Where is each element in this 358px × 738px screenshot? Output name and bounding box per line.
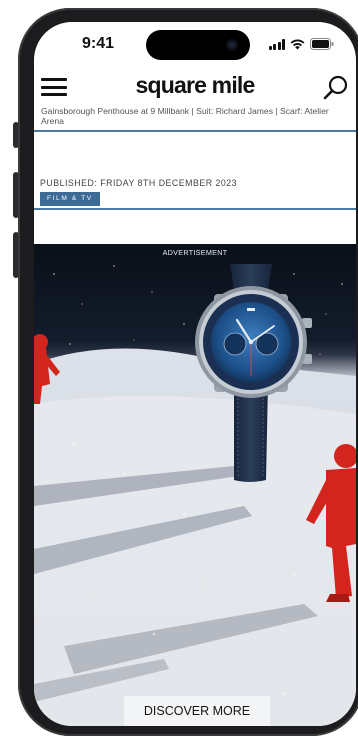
advertisement-banner[interactable]: ADVERTISEMENT DISCOVER MORE <box>34 244 356 726</box>
cellular-signal-icon <box>268 38 285 50</box>
ad-watch-artwork <box>34 264 356 726</box>
caption-divider <box>34 130 356 132</box>
battery-icon <box>310 38 334 50</box>
category-tag[interactable]: FILM & TV <box>40 192 100 206</box>
status-bar: 9:41 <box>34 22 356 70</box>
search-icon[interactable] <box>322 74 350 102</box>
meta-divider <box>34 208 356 210</box>
status-time: 9:41 <box>82 35 115 52</box>
wifi-icon <box>290 39 305 49</box>
dynamic-island <box>146 30 250 60</box>
status-icons <box>268 38 335 50</box>
site-header: square mile <box>34 70 356 104</box>
discover-more-button[interactable]: DISCOVER MORE <box>124 696 270 726</box>
image-caption: Gainsborough Penthouse at 9 Millbank | S… <box>41 106 329 126</box>
site-logo[interactable]: square mile <box>34 72 356 99</box>
phone-screen: 9:41 square mile Gainsborough Penthouse … <box>34 22 356 726</box>
front-camera <box>226 39 238 51</box>
advertisement-label: ADVERTISEMENT <box>162 248 228 257</box>
published-date: PUBLISHED: FRIDAY 8TH DECEMBER 2023 <box>40 178 238 188</box>
